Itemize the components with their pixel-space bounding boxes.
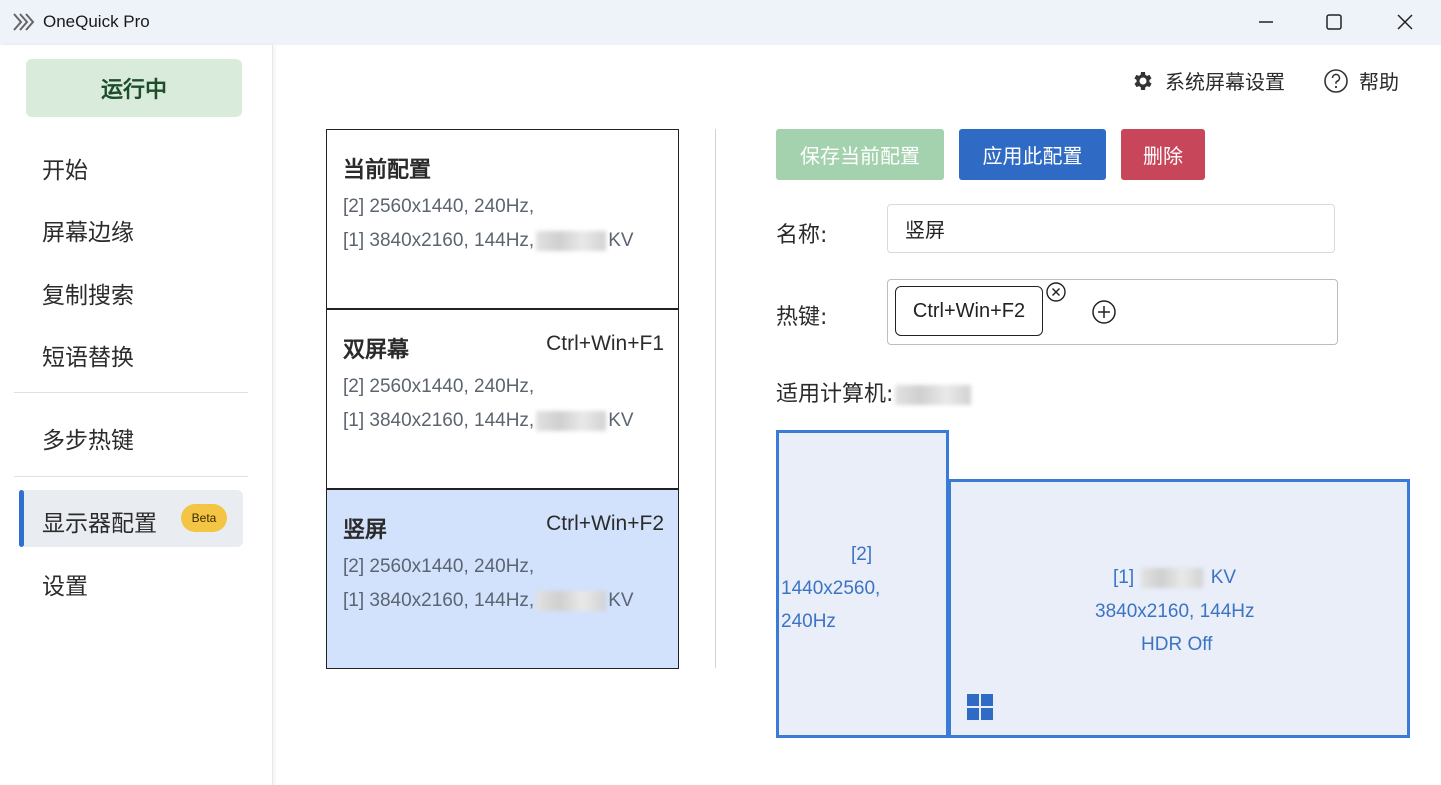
close-icon[interactable] — [1393, 10, 1417, 34]
monitor-resolution: 1440x2560, — [781, 578, 881, 599]
config-card-line: [2] 2560x1440, 240Hz, — [343, 376, 535, 397]
redacted-blur — [1141, 567, 1204, 588]
title-bar: OneQuick Pro — [0, 0, 1441, 45]
monitor-refresh-rate: 240Hz — [781, 611, 836, 632]
config-card-line: [2] 2560x1440, 240Hz, — [343, 556, 535, 577]
sidebar-divider — [14, 392, 248, 393]
help-label: 帮助 — [1359, 70, 1399, 94]
config-card-line-text: KV — [608, 590, 634, 611]
app-title: OneQuick Pro — [43, 12, 150, 31]
hotkey-label: 热键: — [776, 305, 828, 330]
config-card-hotkey: Ctrl+Win+F1 — [546, 332, 664, 355]
config-card-line: [1] 3840x2160, 144Hz, KV — [343, 410, 634, 432]
sidebar-active-indicator — [19, 490, 24, 547]
monitor-hdr-status: HDR Off — [1141, 634, 1213, 655]
name-label: 名称: — [776, 223, 828, 248]
sidebar-item-copy-search[interactable]: 复制搜索 — [42, 276, 134, 310]
gear-icon — [1134, 71, 1152, 90]
config-card-title: 当前配置 — [343, 158, 432, 183]
config-card-title: 竖屏 — [343, 518, 388, 543]
monitor-model-suffix: KV — [1210, 567, 1237, 588]
sidebar-divider — [14, 476, 248, 477]
delete-button[interactable]: 删除 — [1121, 129, 1205, 180]
monitor-2-preview[interactable]: [2] 1440x2560, 240Hz — [776, 430, 949, 738]
remove-hotkey-icon[interactable] — [1045, 281, 1067, 303]
config-card-line: [1] 3840x2160, 144Hz, KV — [343, 230, 634, 252]
config-card-selected[interactable]: 竖屏 Ctrl+Win+F2 [2] 2560x1440, 240Hz, [1]… — [326, 489, 679, 669]
config-card[interactable]: 双屏幕 Ctrl+Win+F1 [2] 2560x1440, 240Hz, [1… — [326, 309, 679, 489]
minimize-icon[interactable] — [1254, 10, 1278, 34]
sidebar: 运行中 开始 屏幕边缘 复制搜索 短语替换 多步热键 显示器配置 Beta 设置 — [0, 45, 273, 785]
sidebar-item-settings[interactable]: 设置 — [42, 567, 88, 601]
add-hotkey-icon[interactable] — [1091, 299, 1117, 325]
sidebar-panel: 运行中 开始 屏幕边缘 复制搜索 短语替换 多步热键 显示器配置 Beta 设置 — [0, 45, 273, 785]
redacted-blur — [536, 590, 607, 611]
redacted-blur — [536, 410, 607, 431]
save-current-config-button[interactable]: 保存当前配置 — [776, 129, 944, 180]
config-card-line-text: KV — [608, 230, 634, 251]
sidebar-item-screen-edge[interactable]: 屏幕边缘 — [42, 213, 134, 247]
config-card-title: 双屏幕 — [343, 338, 410, 363]
sidebar-item-display-config[interactable]: 显示器配置 — [42, 504, 157, 538]
applicable-computer-label: 适用计算机: — [776, 376, 973, 408]
applicable-computer-label-text: 适用计算机: — [776, 382, 894, 407]
hotkey-chip[interactable]: Ctrl+Win+F2 — [895, 286, 1043, 336]
config-card-line: [1] 3840x2160, 144Hz, KV — [343, 590, 634, 612]
beta-badge: Beta — [181, 504, 227, 532]
apply-config-button[interactable]: 应用此配置 — [959, 129, 1106, 180]
monitor-id: [2] — [851, 544, 873, 565]
config-card-hotkey: Ctrl+Win+F2 — [546, 512, 664, 535]
app-logo-icon — [13, 13, 35, 31]
help-link[interactable]: 帮助 — [1323, 66, 1399, 95]
redacted-blur — [536, 230, 607, 251]
maximize-icon[interactable] — [1322, 10, 1346, 34]
sidebar-item-start[interactable]: 开始 — [42, 151, 88, 185]
system-display-settings-label: 系统屏幕设置 — [1165, 70, 1285, 94]
sidebar-item-phrase-replace[interactable]: 短语替换 — [42, 338, 134, 372]
monitor-1-preview[interactable]: [1] KV 3840x2160, 144Hz HDR Off — [948, 479, 1410, 738]
config-card-line-text: [1] 3840x2160, 144Hz, — [343, 410, 535, 431]
redacted-blur — [895, 385, 972, 405]
config-card-line: [2] 2560x1440, 240Hz, — [343, 196, 535, 217]
help-icon — [1324, 68, 1348, 93]
config-card[interactable]: 当前配置 [2] 2560x1440, 240Hz, [1] 3840x2160… — [326, 129, 679, 309]
monitor-id: [1] KV — [1113, 561, 1236, 595]
vertical-separator — [715, 129, 716, 668]
running-status-button[interactable]: 运行中 — [26, 59, 242, 117]
config-card-line-text: [1] 3840x2160, 144Hz, — [343, 590, 535, 611]
name-input[interactable]: 竖屏 — [887, 204, 1335, 253]
config-card-line-text: [1] 3840x2160, 144Hz, — [343, 230, 535, 251]
config-card-line-text: KV — [608, 410, 634, 431]
system-display-settings-link[interactable]: 系统屏幕设置 — [1131, 66, 1285, 95]
windows-logo-icon — [967, 694, 993, 720]
monitor-resolution: 3840x2160, 144Hz — [1095, 601, 1255, 622]
monitor-id-text: [1] — [1113, 567, 1135, 588]
sidebar-item-multistep-hotkey[interactable]: 多步热键 — [42, 421, 134, 455]
hotkey-field[interactable]: Ctrl+Win+F2 — [887, 279, 1338, 345]
